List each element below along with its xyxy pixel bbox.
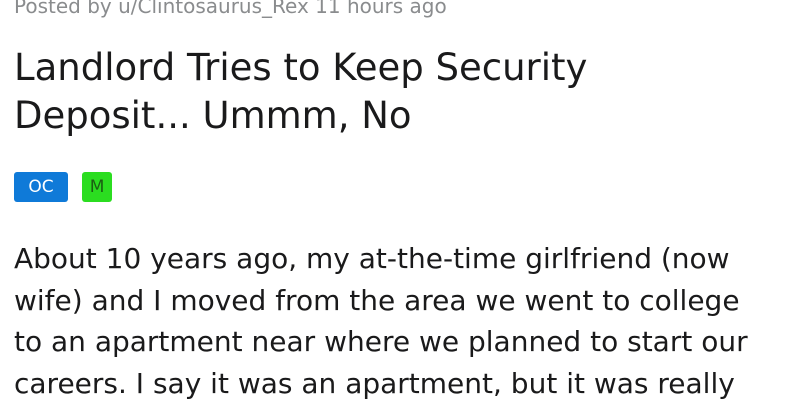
post-meta: Posted by u/Clintosaurus_Rex 11 hours ag…	[14, 0, 447, 18]
post-body-line: wife) and I moved from the area we went …	[14, 283, 740, 317]
flair-list: OC M	[14, 172, 121, 202]
post-body: About 10 years ago, my at-the-time girlf…	[14, 238, 794, 404]
post-body-line: About 10 years ago, my at-the-time girlf…	[14, 242, 730, 275]
flair-oc-badge[interactable]: OC	[14, 172, 68, 202]
post-title-line[interactable]: Landlord Tries to Keep Security	[14, 44, 587, 92]
post-title[interactable]: Landlord Tries to Keep Security Deposit.…	[14, 44, 587, 140]
post-body-line: to an apartment near where we planned to…	[14, 325, 748, 358]
flair-m-badge[interactable]: M	[82, 172, 113, 202]
post-body-line: careers. I say it was an apartment, but …	[14, 366, 735, 400]
post-title-line[interactable]: Deposit... Ummm, No	[14, 92, 587, 140]
